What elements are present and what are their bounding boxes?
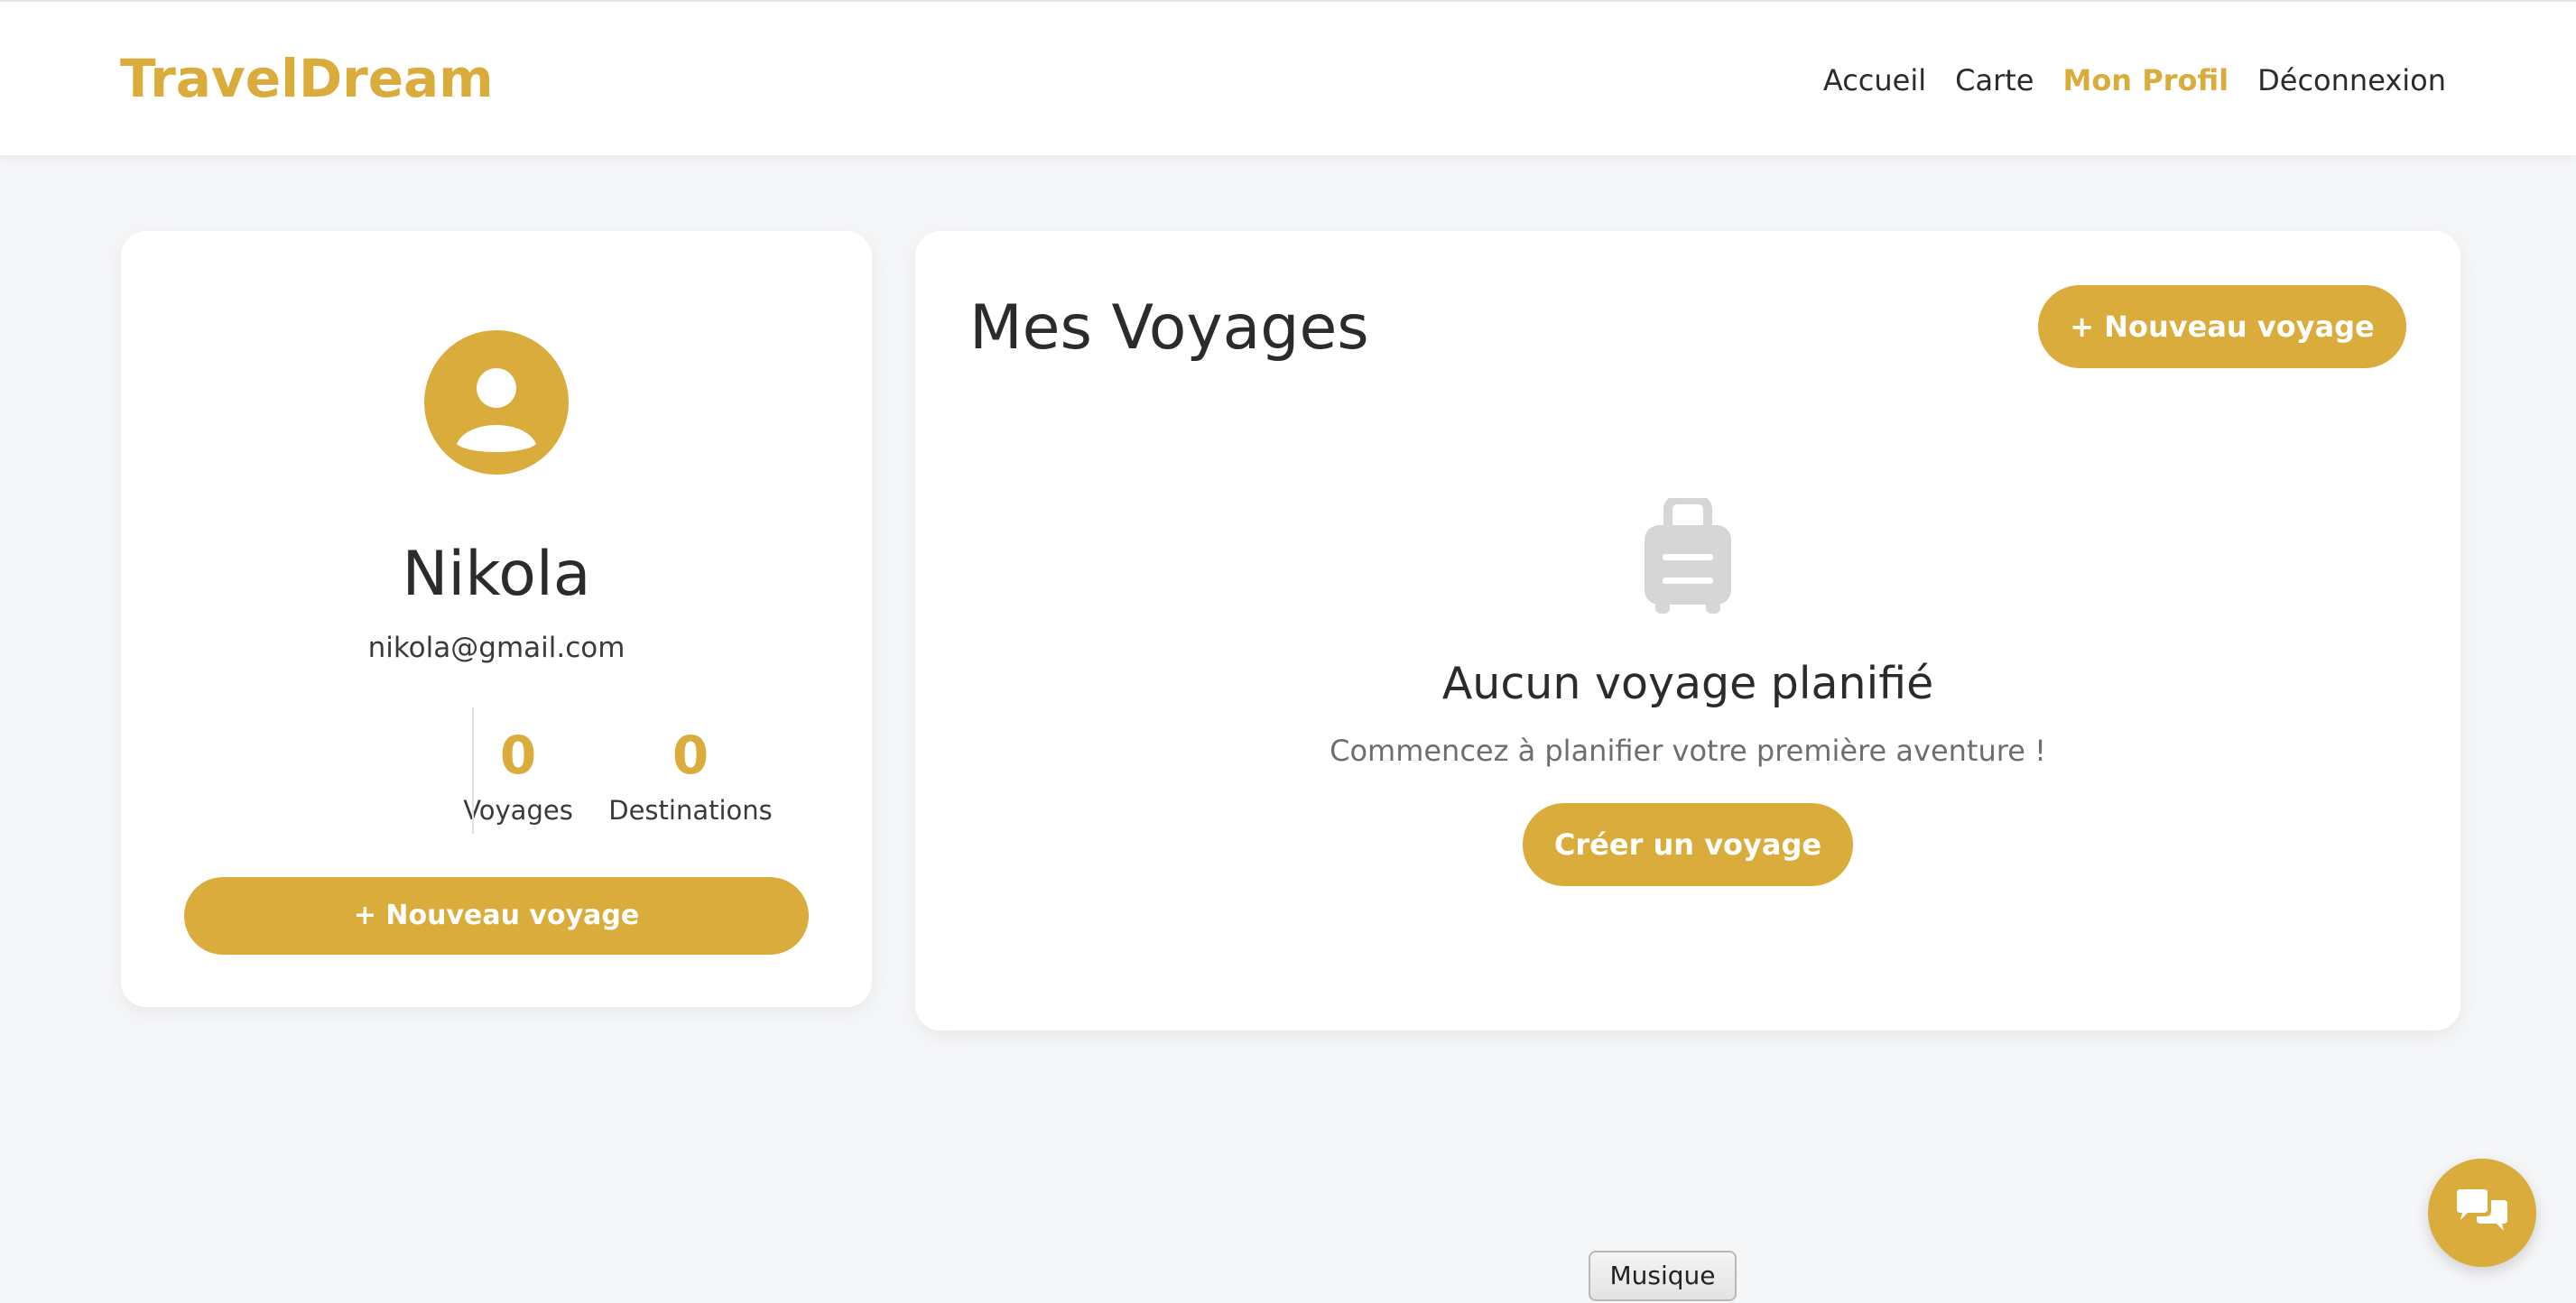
trips-title: Mes Voyages	[969, 292, 1369, 364]
music-button[interactable]: Musique	[1589, 1251, 1737, 1301]
top-navbar: TravelDream Accueil Carte Mon Profil Déc…	[0, 0, 2576, 155]
stats-divider	[472, 707, 474, 834]
profile-new-trip-button[interactable]: + Nouveau voyage	[184, 877, 809, 955]
nav-link-deconnexion[interactable]: Déconnexion	[2257, 58, 2446, 103]
nav-link-accueil[interactable]: Accueil	[1823, 58, 1926, 103]
stat-destinations: 0 Destinations	[600, 724, 781, 828]
empty-state-title: Aucun voyage planifié	[1441, 658, 1934, 709]
profile-card: Nikola nikola@gmail.com 0 Voyages 0 Dest…	[121, 231, 872, 1007]
nav-link-carte[interactable]: Carte	[1955, 58, 2034, 103]
stat-destinations-label: Destinations	[608, 795, 773, 826]
chat-bubbles-icon	[2457, 1189, 2507, 1231]
profile-name: Nikola	[402, 539, 591, 610]
create-trip-button[interactable]: Créer un voyage	[1523, 803, 1853, 886]
suitcase-icon	[1643, 495, 1733, 615]
stat-voyages-value: 0	[499, 725, 537, 786]
stat-destinations-value: 0	[672, 725, 709, 786]
nav-links: Accueil Carte Mon Profil Déconnexion	[1823, 58, 2446, 103]
trips-card: Mes Voyages + Nouveau voyage Aucun voyag…	[915, 231, 2460, 1030]
user-avatar-icon	[424, 330, 569, 475]
brand-logo[interactable]: TravelDream	[120, 47, 494, 110]
stat-voyages-label: Voyages	[463, 795, 573, 826]
chat-button[interactable]	[2428, 1159, 2536, 1267]
stat-voyages: 0 Voyages	[428, 724, 608, 828]
nav-link-mon-profil[interactable]: Mon Profil	[2062, 58, 2229, 103]
empty-state-subtitle: Commencez à planifier votre première ave…	[1330, 734, 2046, 768]
profile-email: nikola@gmail.com	[367, 632, 625, 664]
trips-new-trip-button[interactable]: + Nouveau voyage	[2038, 285, 2406, 368]
